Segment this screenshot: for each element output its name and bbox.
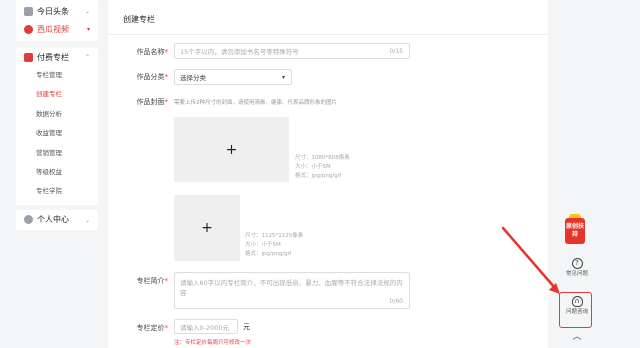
- annotation-arrow: [501, 226, 560, 294]
